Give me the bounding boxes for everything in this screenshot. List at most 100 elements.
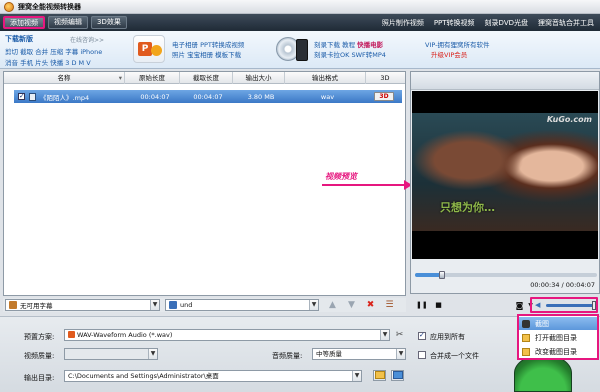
- online-consult-link[interactable]: 在线咨询>>: [70, 35, 104, 44]
- tab-add-video[interactable]: 添加视频: [3, 16, 45, 29]
- audio-quality-select[interactable]: 中等质量 ▼: [312, 348, 406, 360]
- column-cut-length[interactable]: 截取长度: [180, 71, 233, 84]
- menu-bar: 添加视频 视频编辑 3D效果 照片制作视频 PPT转换视频 刻录DVD光盘 狸窝…: [0, 14, 600, 31]
- annotation-arrow-icon: [322, 180, 412, 190]
- folder-icon: [522, 347, 530, 356]
- column-3d[interactable]: 3D: [366, 72, 404, 84]
- row-duration: 00:04:07: [140, 92, 170, 101]
- table-row[interactable]: 《陌陌人》.mp4 00:04:07 00:04:07 3.80 MB wav …: [14, 90, 402, 103]
- chevron-down-icon[interactable]: ▼: [380, 330, 389, 340]
- subtitle-select-value: 无可用字幕: [20, 302, 53, 310]
- column-name[interactable]: 名称: [4, 71, 125, 84]
- chevron-down-icon[interactable]: ▼: [150, 300, 159, 310]
- promo-album[interactable]: 电子相册 PPT转换成视频 照片 宝宝相册 模板下载: [172, 40, 244, 60]
- menu-link-burn-dvd[interactable]: 刻录DVD光盘: [485, 18, 528, 28]
- file-list-header: 名称 原始长度 截取长度 输出大小 输出格式 3D: [4, 71, 405, 84]
- dvd-phone-icon[interactable]: [276, 35, 310, 63]
- video-preview-panel: KuGo.com 只想为你… 00:00:34 / 00:04:07: [410, 71, 600, 294]
- column-output-size[interactable]: 输出大小: [233, 71, 285, 84]
- time-readout: 00:00:34 / 00:04:07: [530, 281, 595, 289]
- seek-bar[interactable]: [415, 271, 597, 279]
- row-checkbox[interactable]: [18, 92, 25, 100]
- title-bar: 狸窝全能视频转换器: [0, 0, 600, 14]
- format-icon: [68, 331, 75, 338]
- volume-control[interactable]: ◀: [530, 297, 598, 313]
- stop-icon[interactable]: ■: [433, 300, 444, 311]
- volume-slider[interactable]: [546, 300, 596, 310]
- row-cut-length: 00:04:07: [193, 92, 223, 101]
- video-quality-select[interactable]: ▼: [64, 348, 158, 360]
- preset-settings-icon[interactable]: ✂: [394, 330, 405, 341]
- audio-track-icon: [169, 301, 177, 309]
- menu-item-change-screenshot-dir[interactable]: 改变截图目录: [519, 345, 597, 358]
- tab-3d-effect[interactable]: 3D效果: [91, 16, 127, 29]
- column-duration[interactable]: 原始长度: [125, 71, 180, 84]
- subtitle-icon: [9, 301, 17, 309]
- seek-handle[interactable]: [439, 271, 446, 279]
- menu-links: 照片制作视频 PPT转换视频 刻录DVD光盘 狸窝音轨合并工具: [382, 18, 594, 28]
- speaker-icon[interactable]: ◀: [535, 301, 543, 309]
- clear-list-icon[interactable]: ☰: [384, 300, 395, 311]
- row-output-size: 3.80 MB: [247, 92, 275, 101]
- row-file-name: 《陌陌人》.mp4: [40, 93, 90, 102]
- video-file-icon: [29, 92, 36, 101]
- menu-item-change-dir-label: 改变截图目录: [535, 347, 577, 356]
- app-title: 狸窝全能视频转换器: [18, 2, 81, 11]
- promo-album-line1[interactable]: 电子相册 PPT转换成视频: [172, 40, 244, 50]
- chevron-down-icon[interactable]: ▼: [352, 371, 361, 381]
- audio-track-select[interactable]: und ▼: [165, 299, 319, 311]
- open-folder-icon[interactable]: [391, 370, 404, 381]
- subtitle-select[interactable]: 无可用字幕 ▼: [5, 299, 160, 311]
- pause-icon[interactable]: ❚❚: [416, 300, 428, 311]
- merge-label[interactable]: 合并成一个文件: [430, 351, 479, 361]
- chevron-down-icon[interactable]: ▼: [396, 349, 405, 359]
- preview-header: [411, 72, 599, 90]
- menu-item-open-screenshot-dir[interactable]: 打开截图目录: [519, 331, 597, 344]
- download-box: 下载新版 在线咨询>> 剪切 截取 合并 压缩 字幕 iPhone 消音 手机 …: [2, 33, 124, 67]
- menu-item-open-dir-label: 打开截图目录: [535, 333, 577, 342]
- audio-quality-label: 音频质量:: [272, 352, 303, 360]
- menu-item-screenshot-label: 截图: [535, 319, 549, 328]
- move-up-icon[interactable]: ▲: [327, 300, 338, 311]
- menu-link-ppt-video[interactable]: PPT转换视频: [434, 18, 475, 28]
- screenshot-popup-menu: 截图 打开截图目录 改变截图目录: [517, 314, 599, 360]
- screenshot-camera-icon[interactable]: ◙: [514, 300, 525, 311]
- apply-all-label[interactable]: 应用到所有: [430, 332, 465, 342]
- preset-value: WAV-Waveform Audio (*.wav): [77, 331, 173, 339]
- promo-burn-line1[interactable]: 刻录下载 教程: [314, 41, 357, 49]
- vip-upgrade-link[interactable]: 升级VIP会员: [425, 50, 490, 60]
- browse-folder-icon[interactable]: [373, 370, 386, 381]
- menu-link-photo-video[interactable]: 照片制作视频: [382, 18, 424, 28]
- video-quality-label: 视频质量:: [24, 352, 55, 360]
- delete-icon[interactable]: ✖: [365, 300, 376, 311]
- promo-burn-line2[interactable]: 刻录卡拉OK SWF转MP4: [314, 50, 386, 60]
- chevron-down-icon[interactable]: ▼: [309, 300, 318, 310]
- menu-item-screenshot[interactable]: 截图: [519, 317, 597, 330]
- ppt-icon[interactable]: P: [133, 35, 165, 63]
- promo-burn[interactable]: 刻录下载 教程 快播电影 刻录卡拉OK SWF转MP4: [314, 40, 386, 60]
- download-links-row1[interactable]: 剪切 截取 合并 压缩 字幕 iPhone: [5, 46, 102, 56]
- column-output-format[interactable]: 输出格式: [285, 71, 366, 84]
- volume-handle[interactable]: [592, 300, 596, 310]
- row-3d-button[interactable]: 3D: [374, 92, 394, 101]
- audio-quality-value: 中等质量: [316, 350, 342, 358]
- audio-track-value: und: [180, 301, 193, 309]
- seek-progress: [415, 273, 443, 277]
- tab-video-edit[interactable]: 视频编辑: [48, 16, 88, 29]
- folder-icon: [522, 333, 530, 342]
- move-down-icon[interactable]: ▼: [346, 300, 357, 311]
- chevron-down-icon[interactable]: ▼: [148, 349, 157, 359]
- merge-checkbox[interactable]: [418, 351, 426, 359]
- download-links-row2[interactable]: 消音 手机 片头 快播 3 D M V: [5, 57, 91, 67]
- menu-link-audio-merge[interactable]: 狸窝音轨合并工具: [538, 18, 594, 28]
- download-title[interactable]: 下载新版: [5, 34, 33, 44]
- vip-line1[interactable]: VIP-拥有狸窝所有软件: [425, 40, 490, 50]
- promo-kuaibo-link[interactable]: 快播电影: [357, 41, 383, 49]
- output-dir-field[interactable]: C:\Documents and Settings\Administrator\…: [64, 370, 362, 382]
- promo-album-line2[interactable]: 照片 宝宝相册 模板下载: [172, 50, 244, 60]
- apply-all-checkbox[interactable]: [418, 331, 426, 340]
- vip-promo[interactable]: VIP-拥有狸窝所有软件 升级VIP会员: [425, 40, 490, 60]
- preset-label: 预置方案:: [24, 333, 55, 341]
- video-frame[interactable]: KuGo.com 只想为你…: [412, 91, 598, 259]
- preset-select[interactable]: WAV-Waveform Audio (*.wav) ▼: [64, 329, 390, 341]
